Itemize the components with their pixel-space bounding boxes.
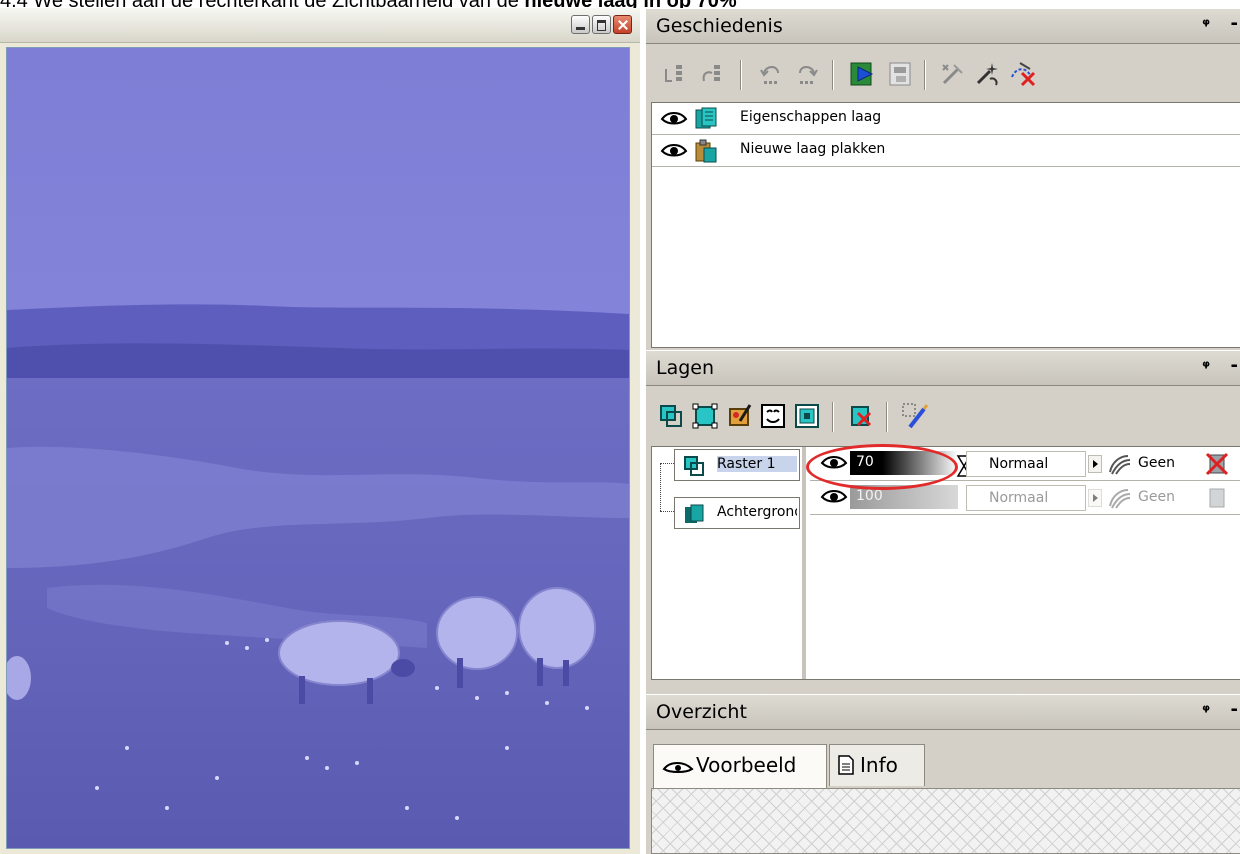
delete-mask-icon[interactable] [1204, 451, 1230, 477]
history-toolbar [646, 50, 1240, 98]
new-mask-layer-icon[interactable] [758, 401, 788, 431]
new-raster-layer-icon[interactable] [656, 401, 686, 431]
new-art-media-layer-icon[interactable] [724, 401, 754, 431]
panel-menu-icon[interactable]: - [1231, 699, 1238, 720]
new-vector-layer-icon[interactable] [690, 401, 720, 431]
toolbar-separator [832, 60, 834, 90]
magic-wand-icon[interactable] [972, 59, 1002, 89]
edit-selection-icon[interactable] [900, 401, 930, 431]
overview-palette-titlebar[interactable]: Overzicht ᵠ - [646, 694, 1240, 730]
mask-icon [1109, 455, 1131, 475]
overview-preview-area[interactable] [651, 788, 1240, 854]
history-item-label: Eigenschappen laag [740, 109, 882, 125]
eye-icon[interactable] [660, 109, 688, 129]
blend-mode-select[interactable]: Normaal [966, 485, 1086, 511]
tree-connector [660, 463, 661, 511]
clear-history-icon[interactable] [938, 59, 968, 89]
panel-menu-icon[interactable]: - [1231, 355, 1238, 376]
save-script-icon[interactable] [886, 59, 916, 89]
landscape-photo [7, 48, 629, 848]
layer-background[interactable]: Achtergrond [674, 497, 800, 529]
history-palette-titlebar[interactable]: Geschiedenis ᵠ - [646, 8, 1240, 44]
pin-icon[interactable]: ᵠ [1202, 15, 1210, 34]
history-item[interactable]: Eigenschappen laag [652, 103, 1240, 135]
mask-value: Geen [1138, 455, 1175, 471]
raster-layer-icon [684, 456, 704, 476]
history-palette-title: Geschiedenis [656, 15, 783, 37]
blend-mode-arrow[interactable] [1088, 489, 1102, 507]
toolbar-separator [832, 402, 834, 432]
layers-toolbar [646, 392, 1240, 440]
layer-raster-1[interactable]: Raster 1 [674, 449, 800, 481]
history-list: Eigenschappen laag Nieuwe laag plakken [651, 102, 1240, 348]
palettes-dock: Geschiedenis ᵠ - Eigenschappen laag Nieu… [646, 8, 1240, 854]
minimize-button[interactable] [571, 15, 590, 34]
redo-to-icon[interactable] [698, 59, 728, 89]
paste-layer-icon [695, 139, 717, 163]
tree-connector [660, 463, 674, 464]
undo-to-icon[interactable] [660, 59, 690, 89]
eye-icon [662, 762, 694, 773]
history-item-label: Nieuwe laag plakken [740, 141, 886, 157]
panel-menu-icon[interactable]: - [1231, 13, 1238, 34]
blend-mode-select[interactable]: Normaal [966, 451, 1086, 477]
layer-properties-icon [695, 107, 717, 129]
undo-icon[interactable] [756, 59, 786, 89]
tree-connector [660, 511, 674, 512]
mask-value: Geen [1138, 489, 1175, 505]
layer-tree: Raster 1 Achtergrond [652, 447, 806, 679]
image-canvas[interactable] [6, 47, 630, 849]
image-window-titlebar[interactable] [0, 8, 640, 43]
window-controls [571, 15, 632, 34]
eye-icon[interactable] [660, 141, 688, 161]
toolbar-separator [740, 60, 742, 90]
highlight-ellipse [806, 444, 958, 490]
image-window [0, 8, 640, 854]
blend-mode-arrow[interactable] [1088, 455, 1102, 473]
opacity-value: 100 [856, 488, 883, 504]
delete-mask-icon[interactable] [1204, 485, 1230, 511]
overview-tabs: Voorbeeld Info [651, 740, 1240, 789]
pin-icon[interactable]: ᵠ [1202, 701, 1210, 720]
layers-palette-title: Lagen [656, 357, 715, 379]
tab-info[interactable]: Info [829, 744, 925, 786]
overview-palette-title: Overzicht [656, 701, 747, 723]
maximize-button[interactable] [592, 15, 611, 34]
mask-icon [1109, 489, 1131, 509]
layer-name: Achtergrond [717, 504, 797, 520]
delete-history-icon[interactable] [1008, 59, 1038, 89]
history-item[interactable]: Nieuwe laag plakken [652, 135, 1240, 167]
pin-icon[interactable]: ᵠ [1202, 357, 1210, 376]
delete-layer-icon[interactable] [846, 401, 876, 431]
background-layer-icon [685, 504, 704, 523]
document-icon [838, 755, 854, 775]
layer-name: Raster 1 [717, 456, 797, 472]
layers-palette-titlebar[interactable]: Lagen ᵠ - [646, 350, 1240, 386]
run-script-icon[interactable] [848, 59, 878, 89]
tab-label: Voorbeeld [696, 753, 797, 777]
redo-icon[interactable] [792, 59, 822, 89]
close-button[interactable] [613, 15, 632, 34]
toolbar-separator [924, 60, 926, 90]
eye-icon[interactable] [820, 487, 848, 507]
tab-preview[interactable]: Voorbeeld [653, 744, 827, 789]
toolbar-separator [886, 402, 888, 432]
tab-label: Info [860, 753, 898, 777]
new-adjustment-layer-icon[interactable] [792, 401, 822, 431]
layers-list: Raster 1 Achtergrond 70 Normaal Geen 100… [651, 446, 1240, 680]
